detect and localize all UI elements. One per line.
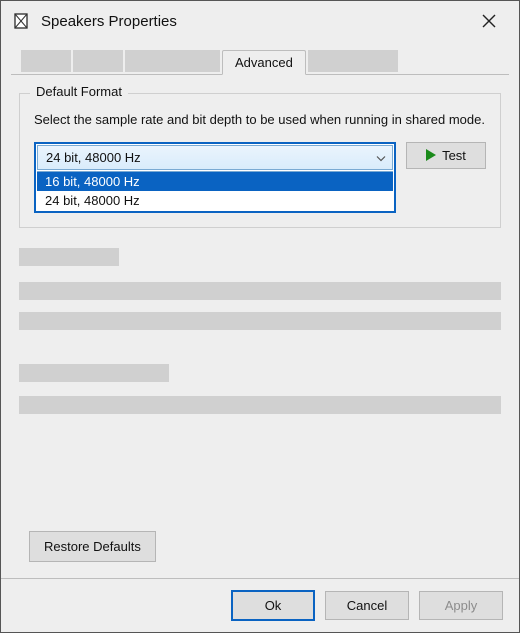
placeholder-bar bbox=[19, 364, 169, 382]
tab-placeholder[interactable] bbox=[73, 50, 123, 72]
combobox-selected-text: 24 bit, 48000 Hz bbox=[46, 150, 141, 165]
chevron-down-icon bbox=[376, 150, 386, 165]
test-button-label: Test bbox=[442, 148, 466, 163]
tab-placeholder[interactable] bbox=[21, 50, 71, 72]
section-placeholder bbox=[19, 248, 501, 330]
tab-placeholder[interactable] bbox=[308, 50, 398, 72]
section-placeholder bbox=[19, 364, 501, 414]
placeholder-bar bbox=[19, 396, 501, 414]
app-icon bbox=[11, 11, 31, 31]
tab-advanced[interactable]: Advanced bbox=[222, 50, 306, 75]
apply-button[interactable]: Apply bbox=[419, 591, 503, 620]
combobox-option[interactable]: 16 bit, 48000 Hz bbox=[37, 172, 393, 191]
format-combobox[interactable]: 24 bit, 48000 Hz 16 bit, 48000 Hz 24 bit… bbox=[34, 142, 396, 213]
combobox-selected[interactable]: 24 bit, 48000 Hz bbox=[37, 145, 393, 170]
placeholder-bar bbox=[19, 248, 119, 266]
combobox-dropdown: 16 bit, 48000 Hz 24 bit, 48000 Hz bbox=[37, 171, 393, 210]
close-button[interactable] bbox=[469, 1, 509, 41]
ok-button[interactable]: Ok bbox=[231, 590, 315, 621]
tab-bar: Advanced bbox=[11, 41, 509, 75]
placeholder-bar bbox=[19, 312, 501, 330]
titlebar: Speakers Properties bbox=[1, 1, 519, 41]
dialog-footer: Ok Cancel Apply bbox=[1, 578, 519, 632]
speakers-properties-window: Speakers Properties Advanced Default For… bbox=[0, 0, 520, 633]
tab-placeholder[interactable] bbox=[125, 50, 220, 72]
group-legend: Default Format bbox=[30, 84, 128, 99]
placeholder-bar bbox=[19, 282, 501, 300]
window-title: Speakers Properties bbox=[41, 13, 469, 30]
combobox-option[interactable]: 24 bit, 48000 Hz bbox=[37, 191, 393, 210]
test-button[interactable]: Test bbox=[406, 142, 486, 169]
default-format-group: Default Format Select the sample rate an… bbox=[19, 93, 501, 228]
group-description: Select the sample rate and bit depth to … bbox=[34, 110, 486, 130]
cancel-button[interactable]: Cancel bbox=[325, 591, 409, 620]
play-icon bbox=[426, 149, 436, 161]
tab-content: Default Format Select the sample rate an… bbox=[1, 75, 519, 414]
restore-defaults-button[interactable]: Restore Defaults bbox=[29, 531, 156, 562]
